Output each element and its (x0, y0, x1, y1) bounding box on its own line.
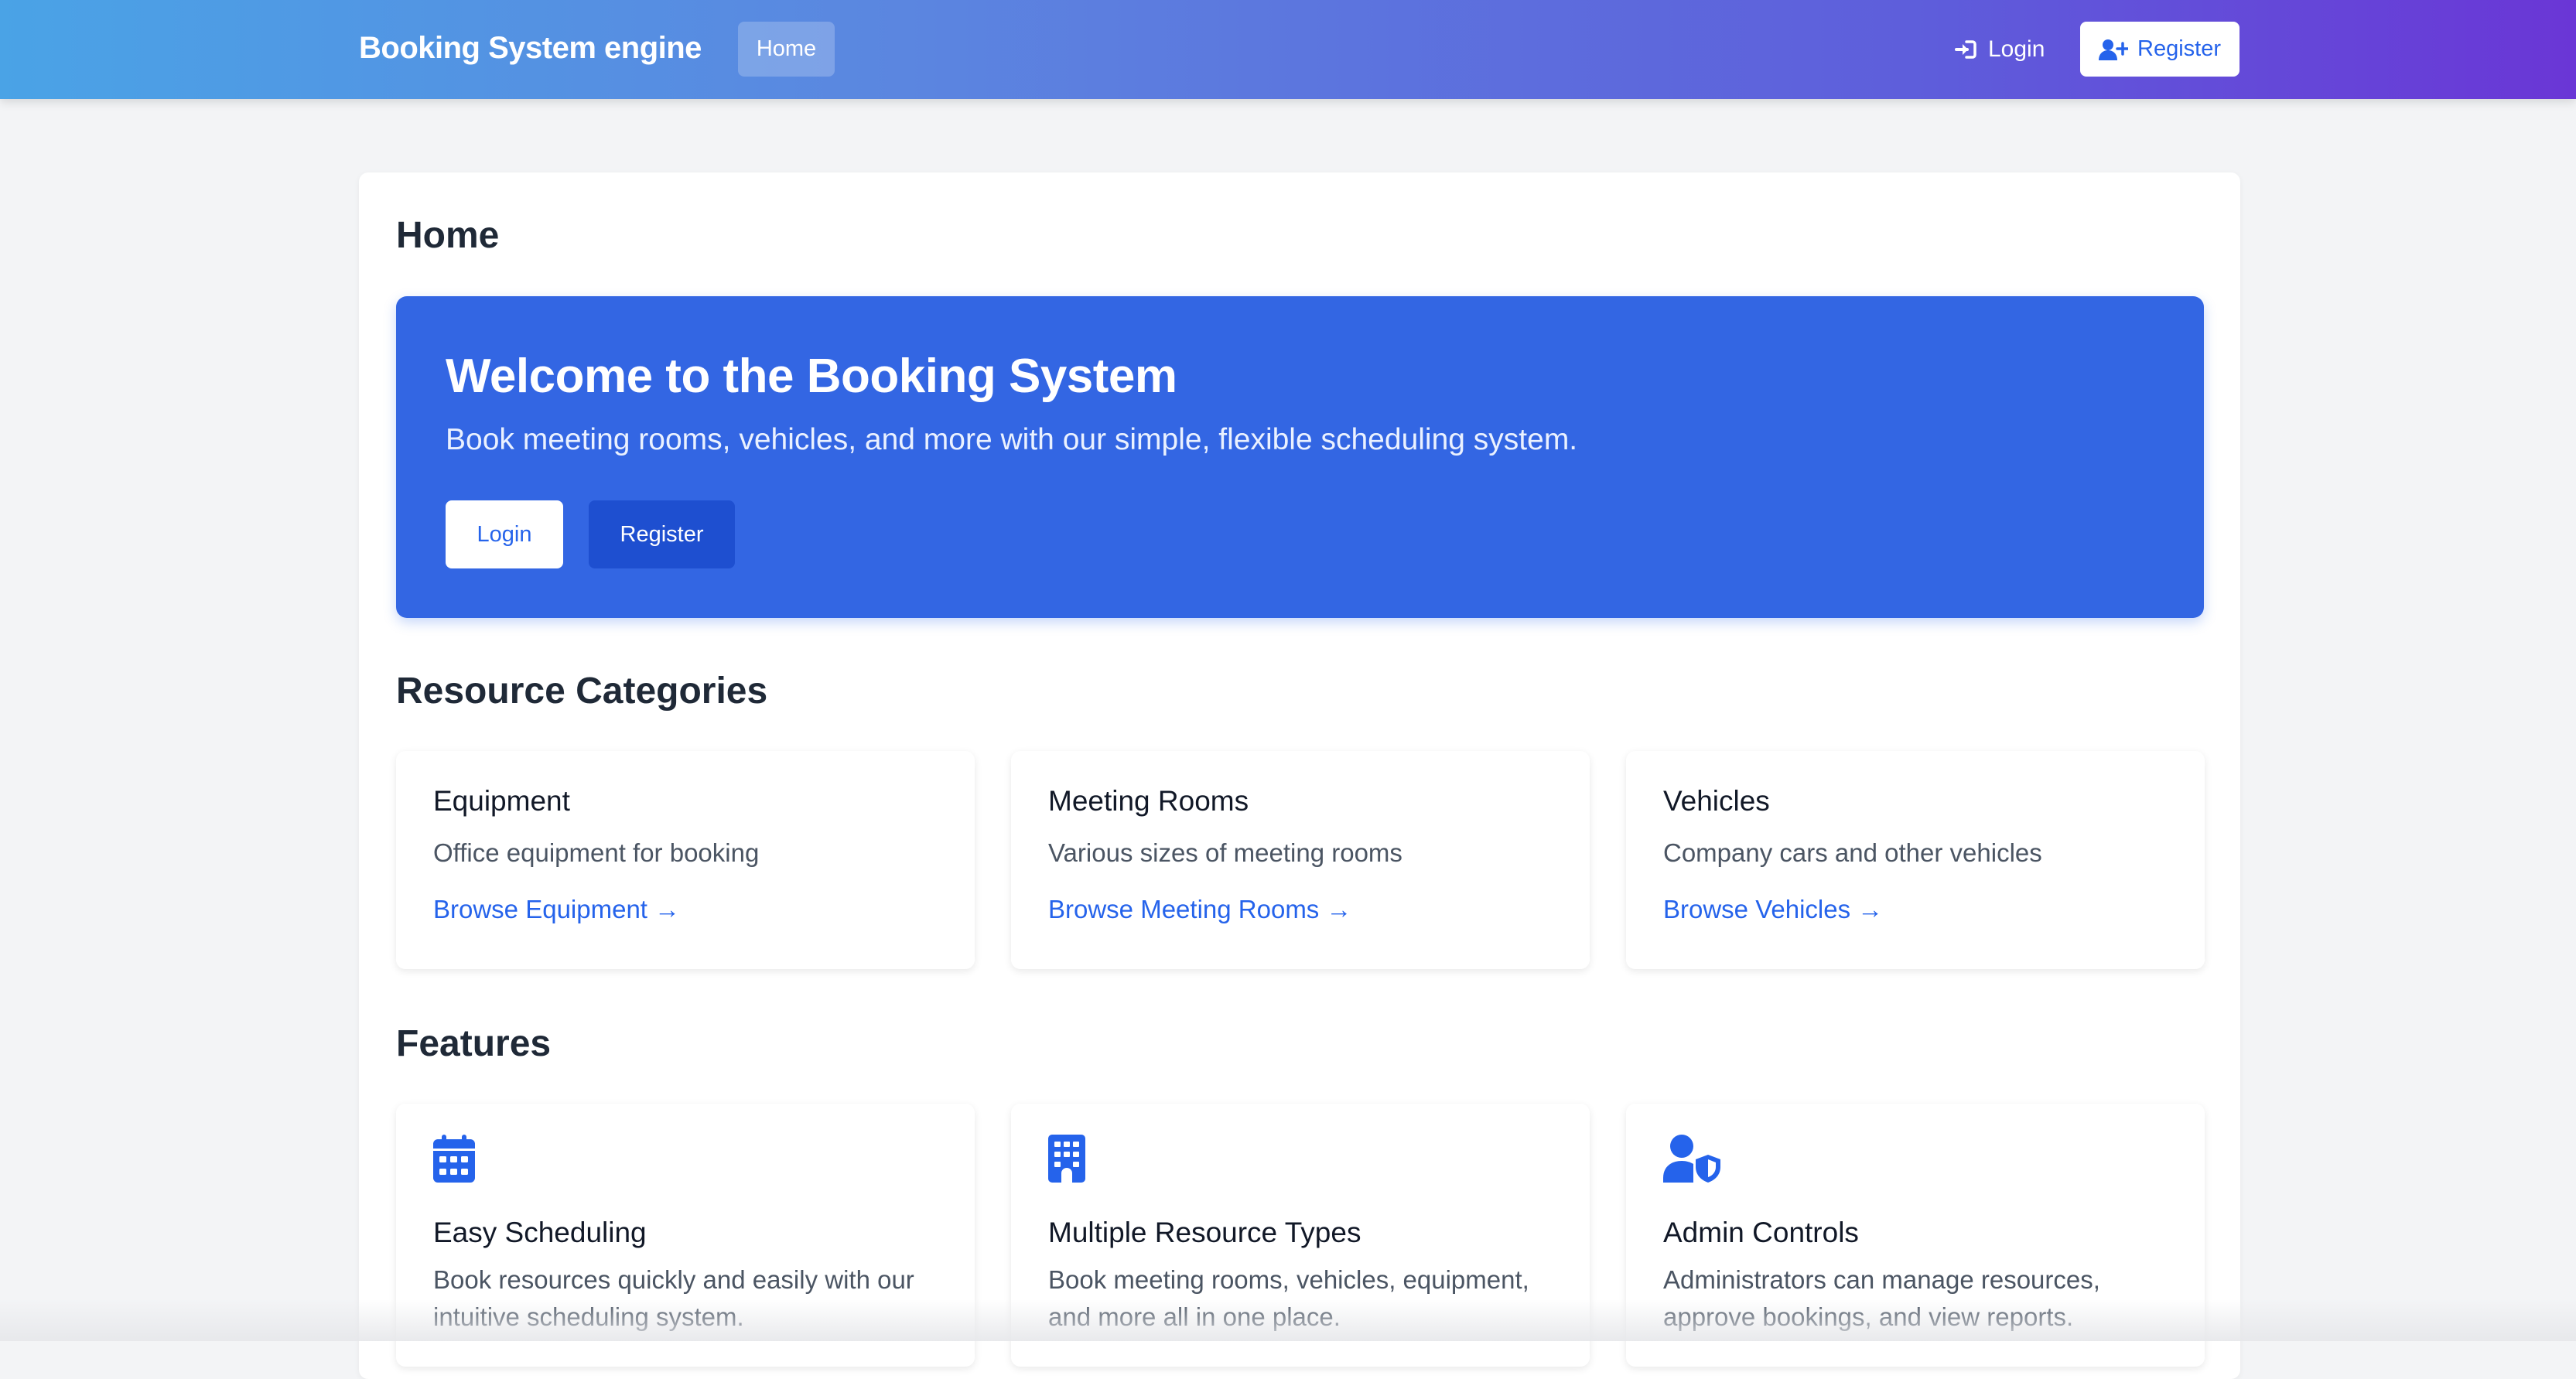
user-shield-icon (1663, 1135, 1722, 1186)
building-icon (1048, 1135, 1085, 1186)
welcome-hero: Welcome to the Booking System Book meeti… (396, 296, 2204, 618)
category-card-meeting-rooms: Meeting Rooms Various sizes of meeting r… (1011, 751, 1590, 969)
main-panel: Home Welcome to the Booking System Book … (359, 172, 2240, 1379)
bottom-fade-overlay (0, 1299, 2576, 1341)
features-heading: Features (396, 1023, 552, 1064)
category-description: Company cars and other vehicles (1663, 838, 2042, 867)
sign-in-icon (1954, 39, 1977, 60)
category-description: Office equipment for booking (433, 838, 760, 867)
page-title: Home (396, 215, 500, 256)
category-card-vehicles: Vehicles Company cars and other vehicles… (1626, 751, 2205, 969)
nav-register-label: Register (2137, 36, 2221, 61)
top-navbar: Booking System engine Home Login Registe… (0, 0, 2576, 99)
feature-title: Multiple Resource Types (1048, 1217, 1361, 1248)
nav-login-link[interactable]: Login (1954, 22, 2053, 77)
hero-subtitle: Book meeting rooms, vehicles, and more w… (446, 423, 1578, 456)
nav-home-link[interactable]: Home (738, 22, 835, 77)
brand-title[interactable]: Booking System engine (359, 31, 702, 66)
browse-equipment-link[interactable]: Browse Equipment → (433, 895, 680, 924)
category-title: Meeting Rooms (1048, 785, 1249, 817)
feature-title: Easy Scheduling (433, 1217, 647, 1248)
hero-register-button[interactable]: Register (589, 500, 735, 568)
resource-categories-heading: Resource Categories (396, 671, 768, 712)
nav-login-label: Login (1988, 36, 2045, 62)
category-title: Equipment (433, 785, 570, 817)
hero-login-button[interactable]: Login (446, 500, 563, 568)
feature-title: Admin Controls (1663, 1217, 1859, 1248)
category-card-equipment: Equipment Office equipment for booking B… (396, 751, 975, 969)
hero-title: Welcome to the Booking System (446, 350, 1177, 403)
browse-meeting-rooms-link[interactable]: Browse Meeting Rooms → (1048, 895, 1351, 924)
nav-register-button[interactable]: Register (2080, 22, 2239, 77)
browse-vehicles-link[interactable]: Browse Vehicles → (1663, 895, 1883, 924)
user-plus-icon (2099, 39, 2128, 60)
calendar-icon (433, 1135, 475, 1186)
category-description: Various sizes of meeting rooms (1048, 838, 1402, 867)
category-title: Vehicles (1663, 785, 1770, 817)
